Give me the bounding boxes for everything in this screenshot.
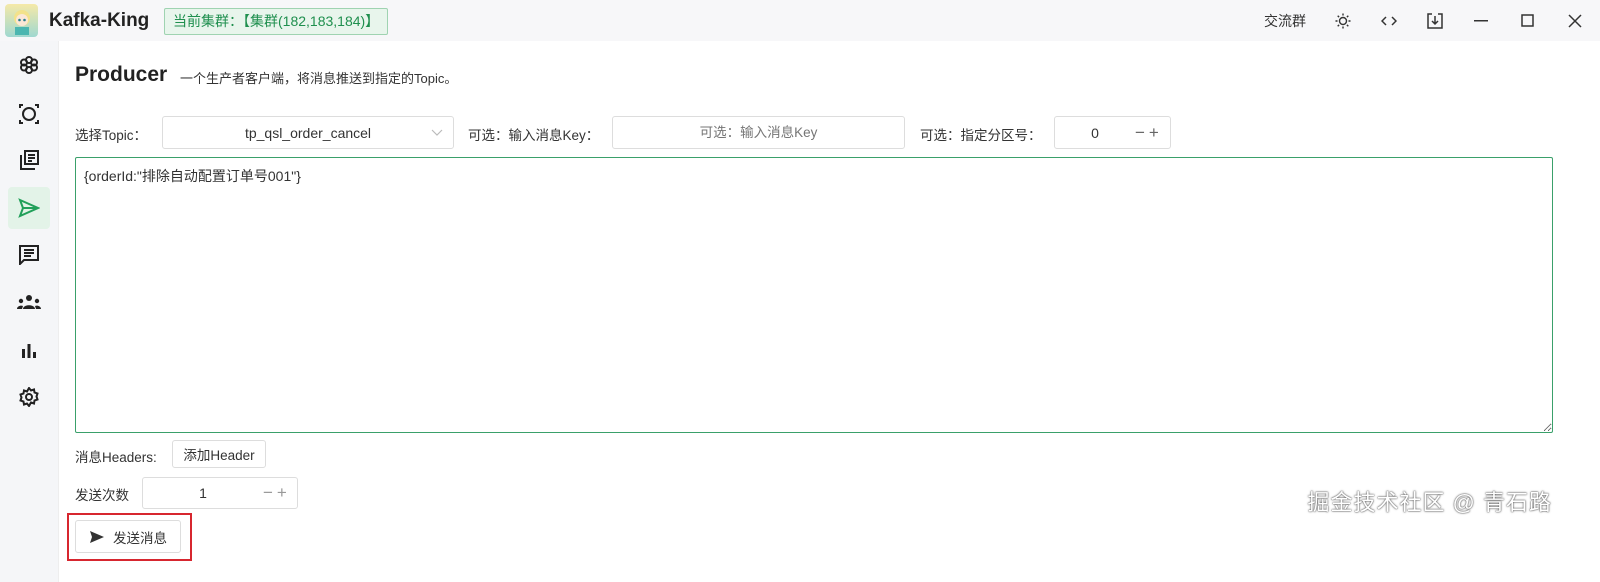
watermark: 掘金技术社区 @ 青石路 — [1307, 490, 1552, 515]
key-label: 可选：输入消息Key： — [468, 128, 600, 143]
sidebar — [0, 41, 59, 582]
topic-selected-value: tp_qsl_order_cancel — [244, 124, 372, 141]
sun-icon[interactable] — [1320, 0, 1366, 41]
title-bar: Kafka-King 当前集群：【集群(182,183,184)】 交流群 — [0, 0, 1600, 41]
sidebar-item-nodes[interactable] — [8, 93, 50, 135]
add-header-button[interactable]: 添加Header — [172, 440, 266, 468]
decrement-plus-icons[interactable]: −+ — [263, 483, 291, 503]
group-icon — [17, 295, 41, 309]
partition-value: 0 — [1091, 124, 1099, 141]
settings-icon — [19, 387, 39, 407]
sidebar-item-cluster[interactable] — [8, 44, 50, 86]
send-count-stepper[interactable]: 1 −+ — [142, 477, 298, 509]
consumer-icon — [19, 245, 39, 265]
sidebar-item-consumer[interactable] — [8, 234, 50, 276]
community-button[interactable]: 交流群 — [1250, 0, 1320, 41]
app-title: Kafka-King — [49, 10, 150, 31]
topic-label: 选择Topic： — [75, 128, 148, 143]
decrement-plus-icons[interactable]: −+ — [1135, 123, 1163, 143]
headers-label: 消息Headers: — [75, 450, 157, 465]
chart-icon — [22, 344, 36, 358]
topic-icon — [20, 150, 39, 170]
send-message-button[interactable]: 发送消息 — [75, 520, 181, 553]
topic-select[interactable]: tp_qsl_order_cancel — [162, 116, 454, 149]
node-icon — [19, 104, 39, 124]
producer-icon — [18, 198, 40, 218]
maximize-icon[interactable] — [1504, 0, 1550, 41]
message-body-textarea[interactable] — [75, 157, 1553, 433]
sidebar-item-topics[interactable] — [8, 139, 50, 181]
send-icon — [90, 530, 104, 543]
sidebar-item-monitor[interactable] — [8, 329, 50, 371]
minimize-icon[interactable] — [1458, 0, 1504, 41]
app-logo — [5, 4, 38, 37]
partition-label: 可选：指定分区号： — [920, 128, 1042, 143]
download-icon[interactable] — [1412, 0, 1458, 41]
send-message-label: 发送消息 — [113, 530, 167, 546]
current-cluster-badge: 当前集群：【集群(182,183,184)】 — [164, 8, 389, 35]
sidebar-item-settings[interactable] — [8, 376, 50, 418]
send-count-label: 发送次数 — [75, 488, 129, 503]
sidebar-item-producer[interactable] — [8, 187, 50, 229]
partition-stepper[interactable]: 0 −+ — [1054, 116, 1171, 149]
page-title: Producer — [75, 63, 168, 86]
close-icon[interactable] — [1550, 0, 1600, 41]
chevron-down-icon — [431, 129, 443, 136]
sidebar-item-groups[interactable] — [8, 281, 50, 323]
cluster-icon — [20, 56, 38, 74]
message-key-input[interactable] — [612, 116, 905, 149]
code-icon[interactable] — [1366, 0, 1412, 41]
send-count-value: 1 — [199, 485, 207, 501]
page-subtitle: 一个生产者客户端，将消息推送到指定的Topic。 — [180, 71, 458, 86]
